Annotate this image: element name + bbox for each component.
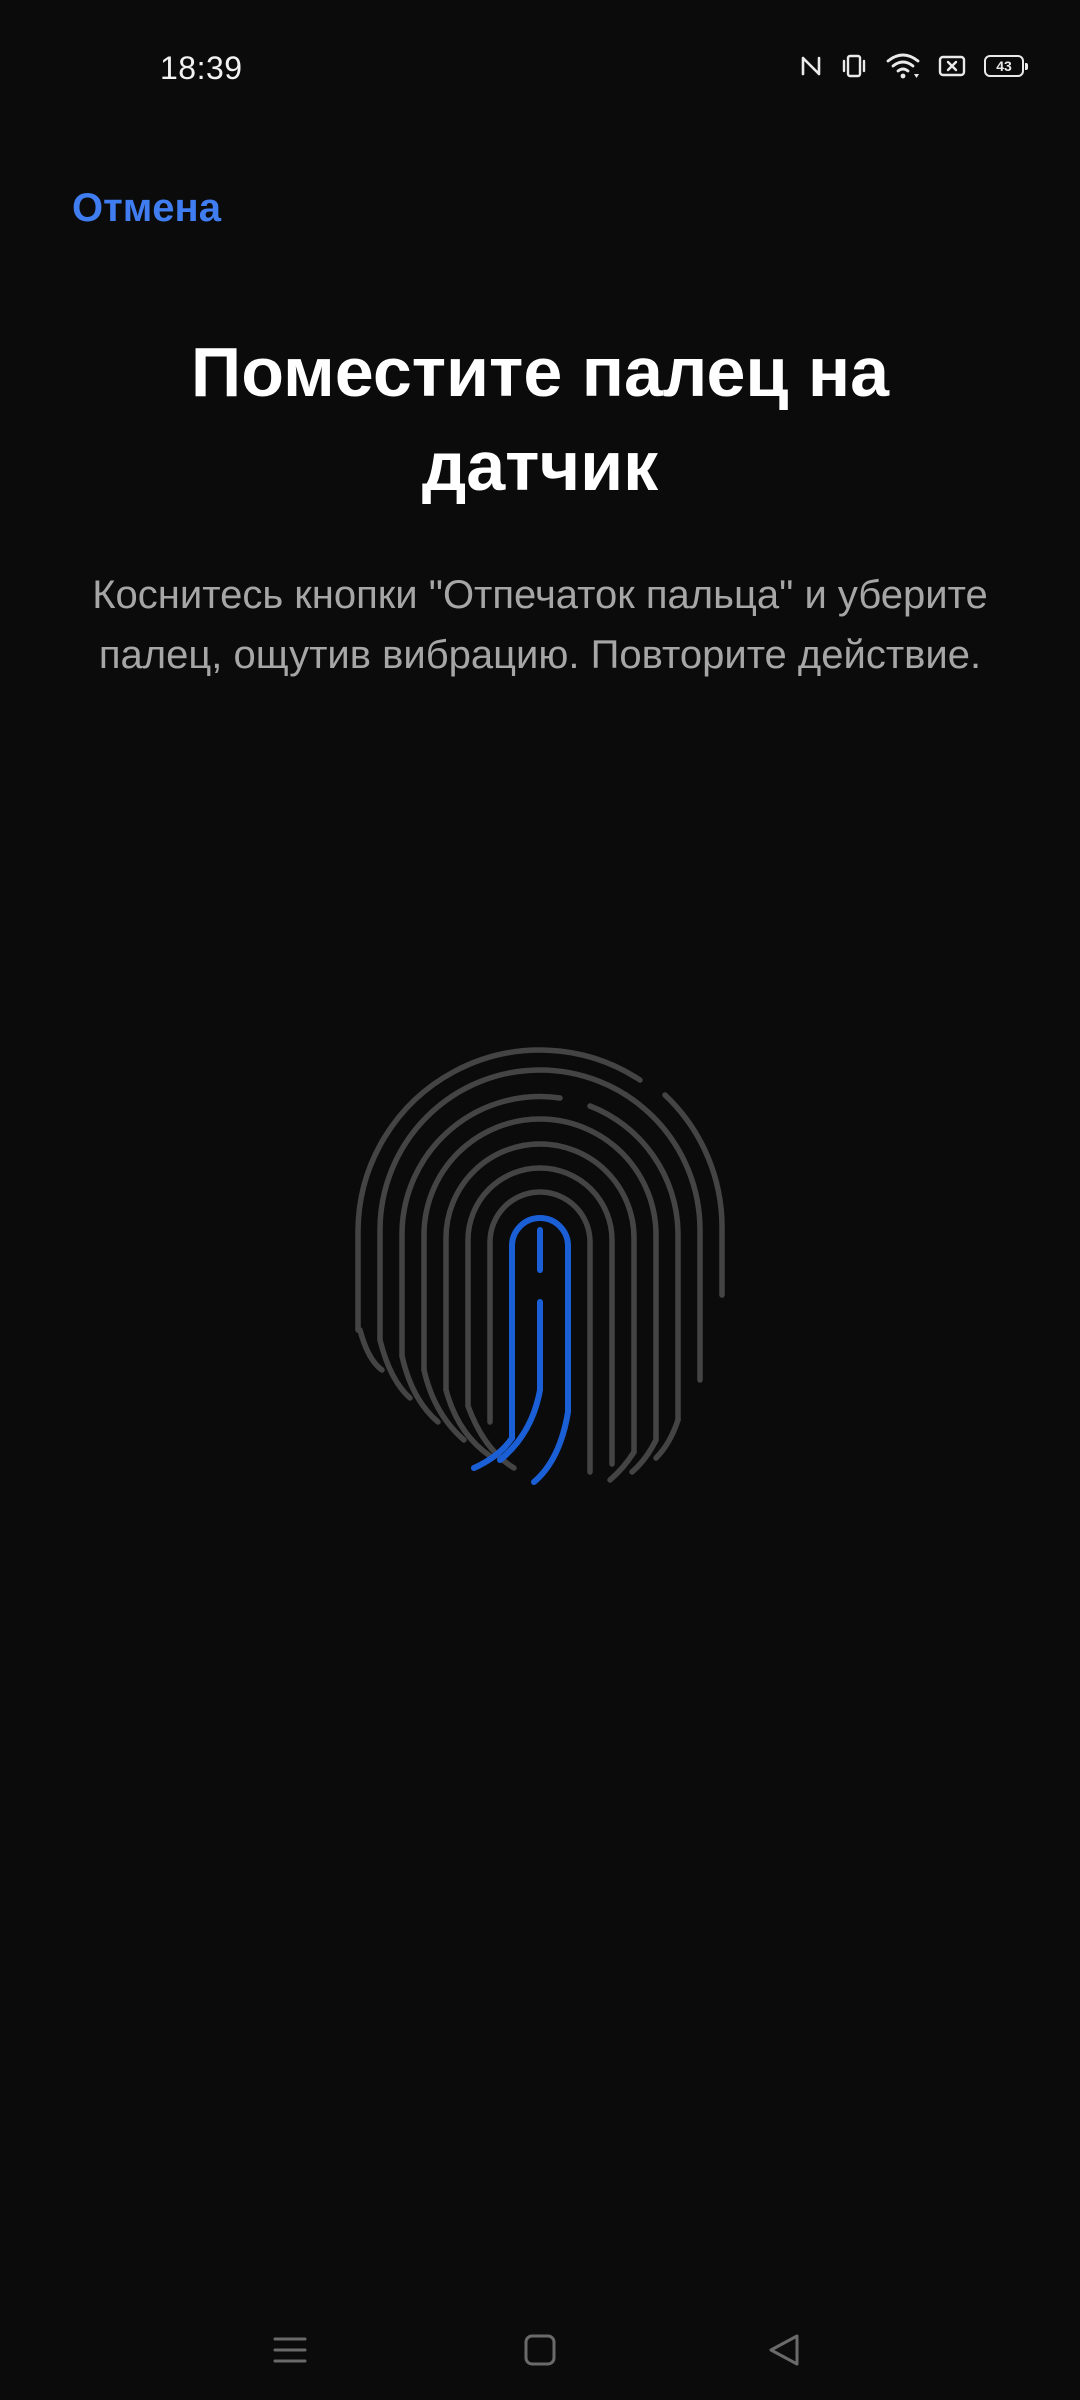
sim-off-icon <box>938 54 966 78</box>
vibrate-icon <box>840 53 868 79</box>
home-icon[interactable] <box>510 2320 570 2380</box>
status-time: 18:39 <box>160 50 243 86</box>
back-icon[interactable] <box>754 2320 814 2380</box>
instruction-text: Коснитесь кнопки "Отпечаток пальца" и уб… <box>92 573 988 677</box>
status-bar: 18:39 43 <box>0 0 1080 140</box>
wifi-icon <box>886 52 920 80</box>
menu-icon[interactable] <box>260 2320 320 2380</box>
battery-icon: 43 <box>984 55 1028 77</box>
fingerprint-icon <box>340 1040 740 1500</box>
cancel-button[interactable]: Отмена <box>72 186 221 231</box>
page-title: Поместите палец на датчик <box>190 333 890 505</box>
status-icons: 43 <box>800 52 1028 80</box>
battery-level: 43 <box>996 58 1012 74</box>
nfc-icon <box>800 53 822 79</box>
navigation-bar <box>0 2290 1080 2400</box>
